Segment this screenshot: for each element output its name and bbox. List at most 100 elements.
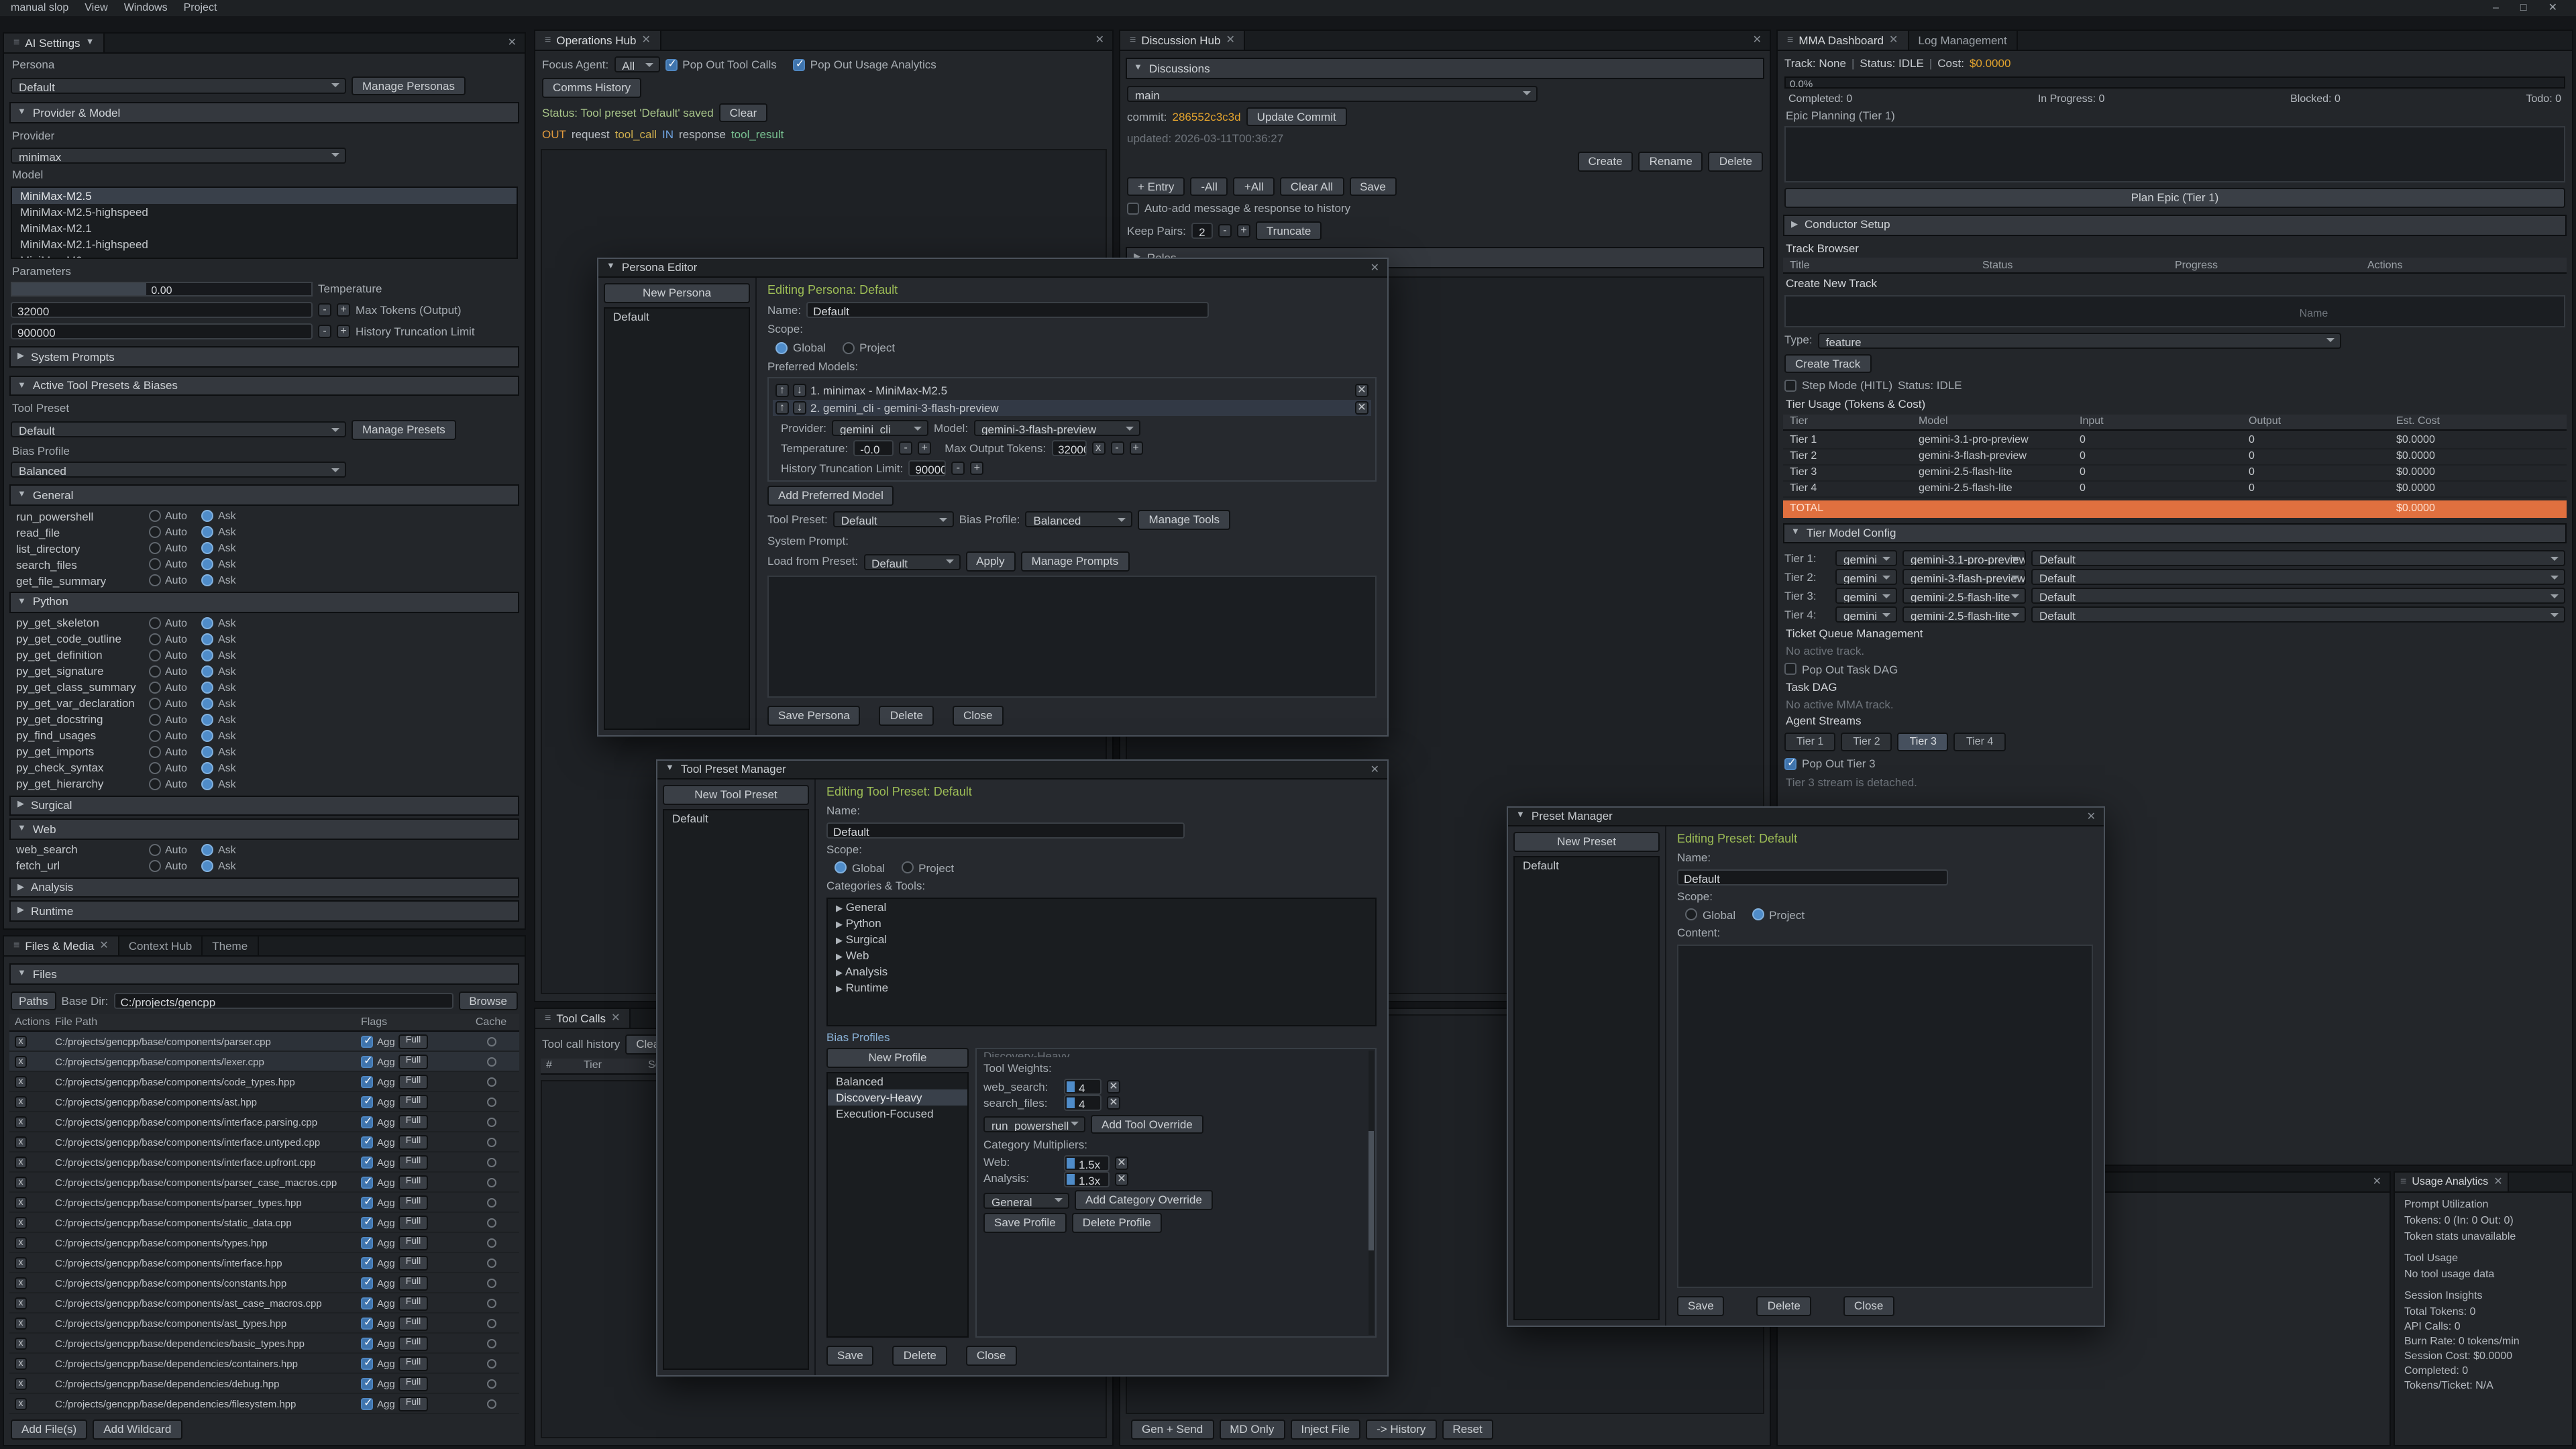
temperature-input[interactable]: -0.0 xyxy=(853,441,894,457)
comms-history-button[interactable]: Comms History xyxy=(542,78,641,97)
scope-global-radio[interactable] xyxy=(1685,909,1697,921)
table-row[interactable]: x C:/projects/gencpp/base/dependencies/h… xyxy=(9,1415,519,1416)
table-row[interactable]: x C:/projects/gencpp/base/dependencies/b… xyxy=(9,1334,519,1354)
full-button[interactable]: Full xyxy=(399,1095,428,1110)
table-row[interactable]: x C:/projects/gencpp/base/components/par… xyxy=(9,1193,519,1214)
tree-item[interactable]: ▶ Runtime xyxy=(828,979,1375,996)
plus-button[interactable]: + xyxy=(1237,224,1250,237)
ask-radio[interactable] xyxy=(202,617,214,629)
table-row[interactable]: x C:/projects/gencpp/base/components/typ… xyxy=(9,1234,519,1254)
bias-profile-item[interactable]: Discovery-Heavy xyxy=(828,1089,967,1106)
stream-tab[interactable]: Tier 2 xyxy=(1841,733,1892,751)
new-preset-button[interactable]: New Preset xyxy=(1513,832,1660,851)
entry-action-button[interactable]: Clear All xyxy=(1280,176,1344,196)
delete-preset-button[interactable]: Delete xyxy=(1757,1297,1811,1316)
table-row[interactable]: x C:/projects/gencpp/base/dependencies/f… xyxy=(9,1395,519,1415)
load-preset-select[interactable]: Default xyxy=(863,553,960,570)
panel-close-icon[interactable]: ✕ xyxy=(500,36,525,50)
tree-item[interactable]: ▶ General xyxy=(828,899,1375,915)
add-files-button[interactable]: Add File(s) xyxy=(11,1420,87,1440)
tier-preset-select[interactable]: Default xyxy=(2031,551,2565,567)
tool-preset-manager-titlebar[interactable]: ▼ Tool Preset Manager ✕ xyxy=(657,761,1387,780)
table-row[interactable]: x C:/projects/gencpp/base/components/ast… xyxy=(9,1093,519,1113)
ask-radio[interactable] xyxy=(202,511,214,523)
tool-category-header[interactable]: ▼ General xyxy=(9,485,519,506)
auto-radio[interactable] xyxy=(149,559,161,571)
tool-category-header[interactable]: ▼ Python xyxy=(9,592,519,612)
plus-button[interactable]: + xyxy=(337,303,350,317)
tree-item[interactable]: ▶ Python xyxy=(828,915,1375,931)
preset-name-input[interactable]: Default xyxy=(1677,869,1947,885)
table-row[interactable]: x C:/projects/gencpp/base/components/con… xyxy=(9,1274,519,1294)
weight-input[interactable]: 4 xyxy=(1064,1095,1102,1111)
remove-file-button[interactable]: x xyxy=(15,1077,27,1089)
auto-radio[interactable] xyxy=(149,746,161,758)
tier-model-select[interactable]: gemini-3.1-pro-preview xyxy=(1902,551,2026,567)
menu-item[interactable]: View xyxy=(85,1,107,15)
remove-file-button[interactable]: x xyxy=(15,1137,27,1149)
close-icon[interactable]: ✕ xyxy=(1362,261,1379,274)
remove-multiplier-button[interactable]: ✕ xyxy=(1115,1173,1128,1186)
remove-file-button[interactable]: x xyxy=(15,1338,27,1350)
full-button[interactable]: Full xyxy=(399,1115,428,1130)
plus-button[interactable]: + xyxy=(918,442,931,455)
agg-checkbox[interactable] xyxy=(361,1136,373,1148)
auto-radio[interactable] xyxy=(149,633,161,645)
tier-provider-select[interactable]: gemini xyxy=(1835,551,1897,567)
window-close-icon[interactable]: ✕ xyxy=(2548,1,2557,15)
manage-presets-button[interactable]: Manage Presets xyxy=(352,420,456,439)
model-option[interactable]: MiniMax-M2.1-highspeed xyxy=(12,236,517,252)
entry-action-button[interactable]: -All xyxy=(1190,176,1228,196)
ask-radio[interactable] xyxy=(202,698,214,710)
tab-files-media[interactable]: ≡ Files & Media ✕ xyxy=(4,936,119,955)
close-dialog-button[interactable]: Close xyxy=(966,1346,1016,1366)
create-discussion-button[interactable]: Create xyxy=(1578,152,1633,171)
close-dialog-button[interactable]: Close xyxy=(1843,1297,1894,1316)
tool-category-header[interactable]: ▼ Web xyxy=(9,818,519,839)
remove-file-button[interactable]: x xyxy=(15,1177,27,1189)
panel-close-icon[interactable]: ✕ xyxy=(1087,34,1112,47)
remove-weight-button[interactable]: ✕ xyxy=(1107,1080,1120,1093)
full-button[interactable]: Full xyxy=(399,1075,428,1089)
delete-discussion-button[interactable]: Delete xyxy=(1709,152,1763,171)
provider-select[interactable]: gemini_cli xyxy=(832,421,928,437)
auto-radio[interactable] xyxy=(149,617,161,629)
plus-button[interactable]: + xyxy=(1129,442,1142,455)
composer-action-button[interactable]: -> History xyxy=(1366,1420,1436,1440)
rename-discussion-button[interactable]: Rename xyxy=(1639,152,1703,171)
truncate-button[interactable]: Truncate xyxy=(1256,221,1322,241)
table-row[interactable]: x C:/projects/gencpp/base/components/par… xyxy=(9,1032,519,1053)
auto-radio[interactable] xyxy=(149,527,161,539)
remove-file-button[interactable]: x xyxy=(15,1318,27,1330)
clear-status-button[interactable]: Clear xyxy=(719,103,768,122)
plus-button[interactable]: + xyxy=(970,462,983,476)
ask-radio[interactable] xyxy=(202,746,214,758)
create-track-button[interactable]: Create Track xyxy=(1784,354,1871,374)
full-button[interactable]: Full xyxy=(399,1055,428,1069)
apply-button[interactable]: Apply xyxy=(965,552,1016,572)
remove-file-button[interactable]: x xyxy=(15,1258,27,1270)
table-row[interactable]: x C:/projects/gencpp/base/components/int… xyxy=(9,1153,519,1173)
system-prompt-textarea[interactable] xyxy=(767,576,1377,698)
table-row[interactable]: x C:/projects/gencpp/base/dependencies/c… xyxy=(9,1354,519,1375)
model-select[interactable]: gemini-3-flash-preview xyxy=(973,421,1140,437)
table-row[interactable]: x C:/projects/gencpp/base/components/int… xyxy=(9,1113,519,1133)
agg-checkbox[interactable] xyxy=(361,1096,373,1108)
keep-pairs-input[interactable]: 2 xyxy=(1191,223,1213,239)
remove-file-button[interactable]: x xyxy=(15,1197,27,1210)
ask-radio[interactable] xyxy=(202,762,214,774)
tool-preset-select[interactable]: Default xyxy=(833,512,954,528)
remove-file-button[interactable]: x xyxy=(15,1157,27,1169)
table-row[interactable]: x C:/projects/gencpp/base/components/sta… xyxy=(9,1214,519,1234)
tab-log-management[interactable]: Log Management xyxy=(1909,31,2017,50)
table-row[interactable]: x C:/projects/gencpp/base/components/lex… xyxy=(9,1053,519,1073)
history-limit-input[interactable]: 900000 xyxy=(11,323,313,339)
tool-category-header[interactable]: ▶ Analysis xyxy=(9,877,519,898)
ask-radio[interactable] xyxy=(202,778,214,790)
agg-checkbox[interactable] xyxy=(361,1237,373,1249)
ask-radio[interactable] xyxy=(202,861,214,873)
remove-file-button[interactable]: x xyxy=(15,1238,27,1250)
tier-model-select[interactable]: gemini-3-flash-preview xyxy=(1902,570,2026,586)
max-output-tokens-input[interactable]: 32000 xyxy=(1051,441,1086,457)
tab-close-icon[interactable]: ✕ xyxy=(99,939,108,953)
